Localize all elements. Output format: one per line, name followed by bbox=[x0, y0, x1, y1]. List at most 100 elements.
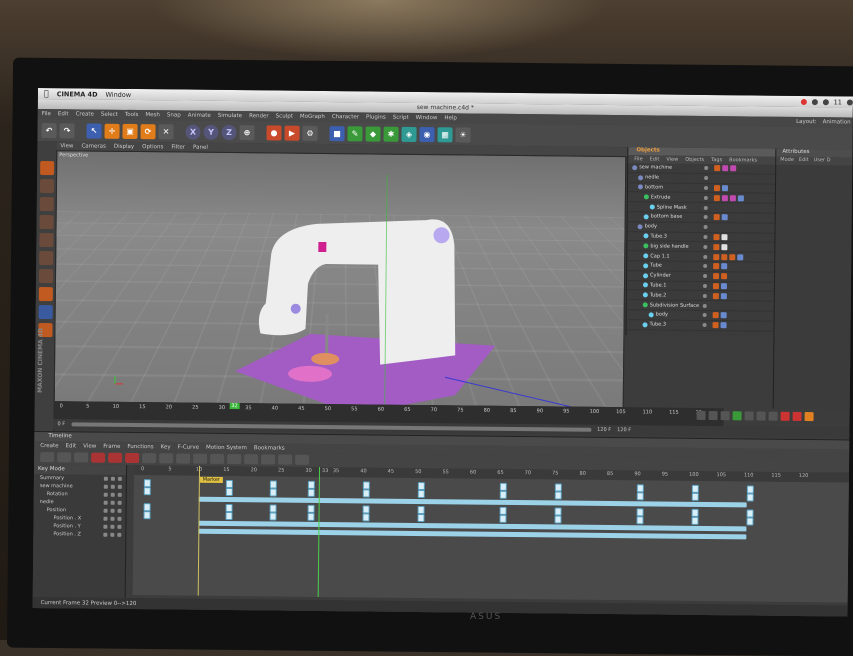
ease-out-icon[interactable] bbox=[210, 454, 224, 464]
camera-icon[interactable]: ▦ bbox=[437, 127, 452, 142]
keyframe[interactable] bbox=[226, 512, 233, 520]
objects-menu-item[interactable]: Tags bbox=[711, 157, 722, 163]
visibility-dot[interactable] bbox=[703, 294, 707, 298]
tag-icon[interactable] bbox=[721, 244, 727, 250]
keyframe[interactable] bbox=[637, 516, 644, 524]
polygons-mode-icon[interactable] bbox=[38, 269, 52, 283]
keyframe[interactable] bbox=[418, 490, 425, 498]
tag-icon[interactable] bbox=[737, 254, 743, 260]
tag-icon[interactable] bbox=[729, 254, 735, 260]
viewport-menu-item[interactable]: View bbox=[60, 143, 73, 149]
visibility-dot[interactable] bbox=[704, 166, 708, 170]
timeline-menu-item[interactable]: Bookmarks bbox=[254, 445, 285, 451]
tag-icon[interactable] bbox=[721, 313, 727, 319]
keyframe[interactable] bbox=[418, 514, 425, 522]
keyframe[interactable] bbox=[555, 507, 562, 515]
select-tool-icon[interactable]: ↖ bbox=[86, 123, 101, 138]
keyframe[interactable] bbox=[692, 509, 699, 517]
viewport-menu-item[interactable]: Panel bbox=[193, 144, 208, 150]
keyframe[interactable] bbox=[418, 506, 425, 514]
rotate-tool-icon[interactable]: ⟳ bbox=[140, 124, 155, 139]
visibility-dot[interactable] bbox=[703, 255, 707, 259]
keyframe[interactable] bbox=[144, 503, 151, 511]
range-slider[interactable] bbox=[71, 422, 591, 431]
apple-icon[interactable]:  bbox=[44, 89, 49, 98]
prev-key-icon[interactable] bbox=[709, 411, 718, 420]
next-key-icon[interactable] bbox=[757, 412, 766, 421]
keyframe[interactable] bbox=[555, 515, 562, 523]
visibility-dot[interactable] bbox=[703, 323, 707, 327]
visibility-dot[interactable] bbox=[704, 196, 708, 200]
visibility-dot[interactable] bbox=[703, 304, 707, 308]
go-to-end-icon[interactable] bbox=[769, 412, 778, 421]
tag-icon[interactable] bbox=[713, 283, 719, 289]
keyframe[interactable] bbox=[270, 504, 277, 512]
tag-icon[interactable] bbox=[714, 185, 720, 191]
visibility-dot[interactable] bbox=[703, 235, 707, 239]
array-icon[interactable]: ✱ bbox=[383, 126, 398, 141]
tag-icon[interactable] bbox=[722, 166, 728, 172]
track-toggles[interactable] bbox=[104, 493, 122, 497]
fcurve-mode-icon[interactable] bbox=[57, 452, 71, 462]
step-key-icon[interactable] bbox=[159, 453, 173, 463]
track-toggles[interactable] bbox=[103, 517, 121, 521]
keyframe[interactable] bbox=[226, 504, 233, 512]
record-icon[interactable] bbox=[781, 412, 790, 421]
timeline-menu-item[interactable]: Key bbox=[161, 444, 171, 450]
go-to-start-icon[interactable] bbox=[697, 411, 706, 420]
keyframe[interactable] bbox=[144, 487, 151, 495]
visibility-dot[interactable] bbox=[703, 313, 707, 317]
end-frame-a[interactable]: 120 F bbox=[597, 427, 611, 433]
viewport-menu-item[interactable]: Filter bbox=[171, 144, 185, 150]
keyframe[interactable] bbox=[143, 511, 150, 519]
visibility-dot[interactable] bbox=[704, 176, 708, 180]
status-icon[interactable] bbox=[812, 99, 818, 105]
track-toggles[interactable] bbox=[103, 533, 121, 537]
keyframe[interactable] bbox=[144, 479, 151, 487]
viewport-menu-item[interactable]: Cameras bbox=[81, 143, 106, 149]
keyframe[interactable] bbox=[692, 493, 699, 501]
keyframe[interactable] bbox=[308, 489, 315, 497]
linear-key-icon[interactable] bbox=[142, 453, 156, 463]
ease-icon[interactable] bbox=[227, 454, 241, 464]
zero-angle-icon[interactable] bbox=[244, 454, 258, 464]
menu-item[interactable]: MoGraph bbox=[300, 114, 325, 120]
menu-item[interactable]: Select bbox=[101, 112, 118, 118]
visibility-dot[interactable] bbox=[703, 284, 707, 288]
scene-icon[interactable]: ◉ bbox=[419, 126, 434, 141]
objects-menu-item[interactable]: Objects bbox=[685, 157, 704, 163]
tag-icon[interactable] bbox=[713, 312, 719, 318]
dopesheet-icon[interactable] bbox=[74, 452, 88, 462]
visibility-dot[interactable] bbox=[703, 264, 707, 268]
keyframe[interactable] bbox=[363, 513, 370, 521]
keyframe[interactable] bbox=[692, 517, 699, 525]
viewport-menu-item[interactable]: Options bbox=[142, 144, 163, 150]
redo-icon[interactable]: ↷ bbox=[59, 123, 74, 138]
menu-item[interactable]: Edit bbox=[58, 111, 69, 117]
menu-item[interactable]: Render bbox=[249, 113, 269, 119]
keyframe[interactable] bbox=[308, 481, 315, 489]
tag-icon[interactable] bbox=[721, 273, 727, 279]
autokey-icon[interactable] bbox=[125, 453, 139, 463]
timeline-menu-item[interactable]: Create bbox=[40, 443, 58, 449]
menu-item[interactable]: Tools bbox=[125, 112, 139, 118]
scale-tool-icon[interactable]: ▣ bbox=[122, 123, 137, 138]
lock-value-icon[interactable] bbox=[295, 455, 309, 465]
timeline-track[interactable]: Position . Z bbox=[33, 530, 125, 539]
clock[interactable]: 11 bbox=[834, 98, 842, 106]
light-icon[interactable]: ☀ bbox=[455, 127, 470, 142]
menu-item[interactable]: Plugins bbox=[366, 114, 386, 120]
delete-key-icon[interactable] bbox=[108, 453, 122, 463]
tag-icon[interactable] bbox=[721, 234, 727, 240]
objects-menu-item[interactable]: File bbox=[634, 156, 642, 162]
tag-icon[interactable] bbox=[713, 234, 719, 240]
axis-mode-icon[interactable] bbox=[38, 287, 52, 301]
tag-icon[interactable] bbox=[730, 195, 736, 201]
app-name[interactable]: CINEMA 4D bbox=[57, 90, 98, 98]
keyframe[interactable] bbox=[270, 488, 277, 496]
make-editable-icon[interactable] bbox=[40, 161, 54, 175]
deformer-icon[interactable]: ◈ bbox=[401, 126, 416, 141]
menu-item[interactable]: Help bbox=[444, 115, 457, 121]
objects-menu-item[interactable]: Bookmarks bbox=[729, 157, 757, 163]
autokey-icon[interactable] bbox=[793, 412, 802, 421]
